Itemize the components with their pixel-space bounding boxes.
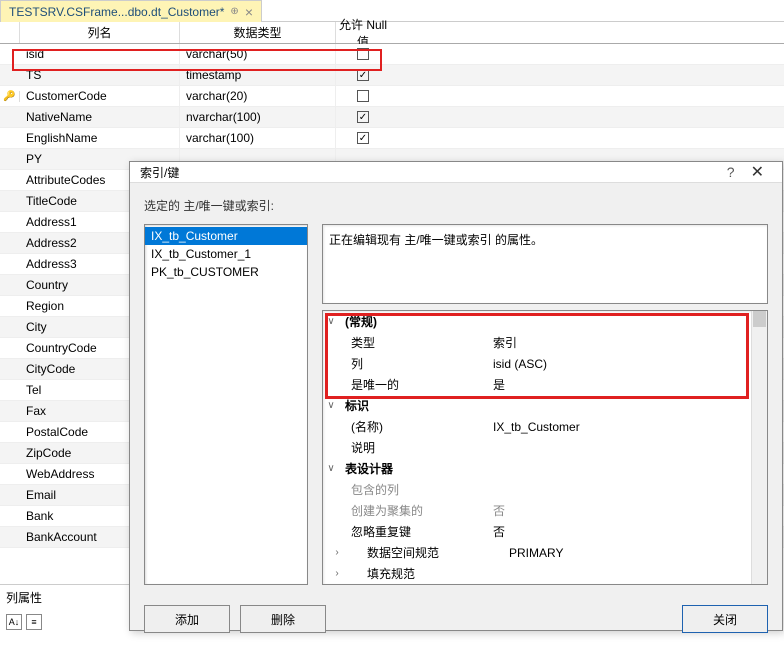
close-button[interactable]: 关闭 — [682, 605, 768, 633]
property-key: 填充规范 — [339, 565, 509, 582]
table-row[interactable]: isidvarchar(50) — [0, 44, 784, 65]
category-icon[interactable]: ≡ — [26, 614, 42, 630]
property-key: 数据空间规范 — [339, 544, 509, 561]
cell-column-name[interactable]: isid — [20, 44, 180, 64]
cell-data-type[interactable]: varchar(20) — [180, 86, 336, 106]
column-properties-panel: 列属性 A↓ ≡ — [0, 584, 130, 634]
chevron-down-icon[interactable]: ∨ — [323, 463, 339, 474]
help-icon[interactable]: ? — [719, 164, 743, 180]
property-row[interactable]: (名称)IX_tb_Customer — [323, 416, 767, 437]
cell-column-name[interactable]: TS — [20, 65, 180, 85]
cell-allow-nulls[interactable]: ✓ — [336, 107, 390, 127]
cell-data-type[interactable]: timestamp — [180, 65, 336, 85]
sort-icon[interactable]: A↓ — [6, 614, 22, 630]
property-key: 说明 — [323, 439, 493, 456]
cell-allow-nulls[interactable] — [336, 86, 390, 106]
cell-allow-nulls[interactable] — [336, 44, 390, 64]
cell-data-type[interactable]: nvarchar(100) — [180, 107, 336, 127]
property-key: (名称) — [323, 418, 493, 435]
checkbox[interactable]: ✓ — [357, 111, 369, 123]
primary-key-icon: 🔑 — [3, 91, 15, 102]
indexes-keys-dialog: 索引/键 ? ✕ 选定的 主/唯一键或索引: IX_tb_CustomerIX_… — [129, 161, 783, 631]
property-row[interactable]: ›填充规范 — [323, 563, 767, 584]
index-list-item[interactable]: PK_tb_CUSTOMER — [145, 263, 307, 281]
property-key: 包含的列 — [323, 481, 493, 498]
column-properties-title: 列属性 — [0, 584, 130, 610]
checkbox[interactable]: ✓ — [357, 132, 369, 144]
property-value[interactable]: isid (ASC) — [493, 357, 767, 371]
cell-column-name[interactable]: NativeName — [20, 107, 180, 127]
chevron-right-icon[interactable]: › — [323, 568, 339, 579]
property-row[interactable]: 类型索引 — [323, 332, 767, 353]
property-value[interactable]: 否 — [493, 502, 767, 519]
property-key: 创建为聚集的 — [323, 502, 493, 519]
document-tab[interactable]: TESTSRV.CSFrame...dbo.dt_Customer* ⊕ × — [0, 0, 262, 22]
header-data-type[interactable]: 数据类型 — [180, 22, 336, 43]
chevron-down-icon[interactable]: ∨ — [323, 316, 339, 327]
property-value[interactable]: PRIMARY — [509, 546, 767, 560]
chevron-down-icon[interactable]: ∨ — [323, 400, 339, 411]
close-icon[interactable]: × — [245, 7, 253, 17]
property-row[interactable]: ›数据空间规范PRIMARY — [323, 542, 767, 563]
tab-title: TESTSRV.CSFrame...dbo.dt_Customer* — [9, 5, 224, 19]
list-label: 选定的 主/唯一键或索引: — [144, 197, 768, 214]
cell-column-name[interactable]: EnglishName — [20, 128, 180, 148]
delete-button[interactable]: 删除 — [240, 605, 326, 633]
add-button[interactable]: 添加 — [144, 605, 230, 633]
property-key: 类型 — [323, 334, 493, 351]
header-allow-nulls[interactable]: 允许 Null 值 — [336, 22, 390, 43]
index-list[interactable]: IX_tb_CustomerIX_tb_Customer_1PK_tb_CUST… — [144, 224, 308, 585]
property-grid[interactable]: ∨(常规)类型索引列isid (ASC)是唯一的是∨标识(名称)IX_tb_Cu… — [322, 310, 768, 585]
dialog-close-icon[interactable]: ✕ — [743, 162, 772, 182]
property-row[interactable]: 列isid (ASC) — [323, 353, 767, 374]
scrollbar[interactable] — [751, 311, 767, 584]
property-value[interactable]: 索引 — [493, 334, 767, 351]
cell-column-name[interactable]: CustomerCode — [20, 86, 180, 106]
table-row[interactable]: 🔑 CustomerCodevarchar(20) — [0, 86, 784, 107]
property-key: 是唯一的 — [323, 376, 493, 393]
property-category: 表设计器 — [339, 460, 393, 477]
table-row[interactable]: EnglishNamevarchar(100) ✓ — [0, 128, 784, 149]
property-row[interactable]: 是唯一的是 — [323, 374, 767, 395]
tab-bar: TESTSRV.CSFrame...dbo.dt_Customer* ⊕ × — [0, 0, 784, 22]
checkbox[interactable] — [357, 90, 369, 102]
index-list-item[interactable]: IX_tb_Customer — [145, 227, 307, 245]
property-value[interactable]: 是 — [493, 376, 767, 393]
table-row[interactable]: NativeNamenvarchar(100) ✓ — [0, 107, 784, 128]
property-row[interactable]: 创建为聚集的否 — [323, 500, 767, 521]
property-key: 列 — [323, 355, 493, 372]
checkbox[interactable]: ✓ — [357, 69, 369, 81]
property-key: 忽略重复键 — [323, 523, 493, 540]
cell-allow-nulls[interactable]: ✓ — [336, 128, 390, 148]
dialog-title-text: 索引/键 — [140, 164, 719, 181]
property-value[interactable]: IX_tb_Customer — [493, 420, 767, 434]
header-column-name[interactable]: 列名 — [20, 22, 180, 43]
dialog-titlebar: 索引/键 ? ✕ — [130, 162, 782, 183]
cell-allow-nulls[interactable]: ✓ — [336, 65, 390, 85]
cell-data-type[interactable]: varchar(50) — [180, 44, 336, 64]
grid-header: 列名 数据类型 允许 Null 值 — [0, 22, 784, 44]
description-box: 正在编辑现有 主/唯一键或索引 的属性。 — [322, 224, 768, 304]
chevron-right-icon[interactable]: › — [323, 547, 339, 558]
pin-icon[interactable]: ⊕ — [230, 6, 238, 17]
index-list-item[interactable]: IX_tb_Customer_1 — [145, 245, 307, 263]
property-category: 标识 — [339, 397, 369, 414]
checkbox[interactable] — [357, 48, 369, 60]
property-value[interactable]: 否 — [493, 523, 767, 540]
property-category: (常规) — [339, 313, 377, 330]
property-row[interactable]: 包含的列 — [323, 479, 767, 500]
table-row[interactable]: TStimestamp ✓ — [0, 65, 784, 86]
cell-data-type[interactable]: varchar(100) — [180, 128, 336, 148]
property-row[interactable]: 说明 — [323, 437, 767, 458]
property-row[interactable]: 忽略重复键否 — [323, 521, 767, 542]
